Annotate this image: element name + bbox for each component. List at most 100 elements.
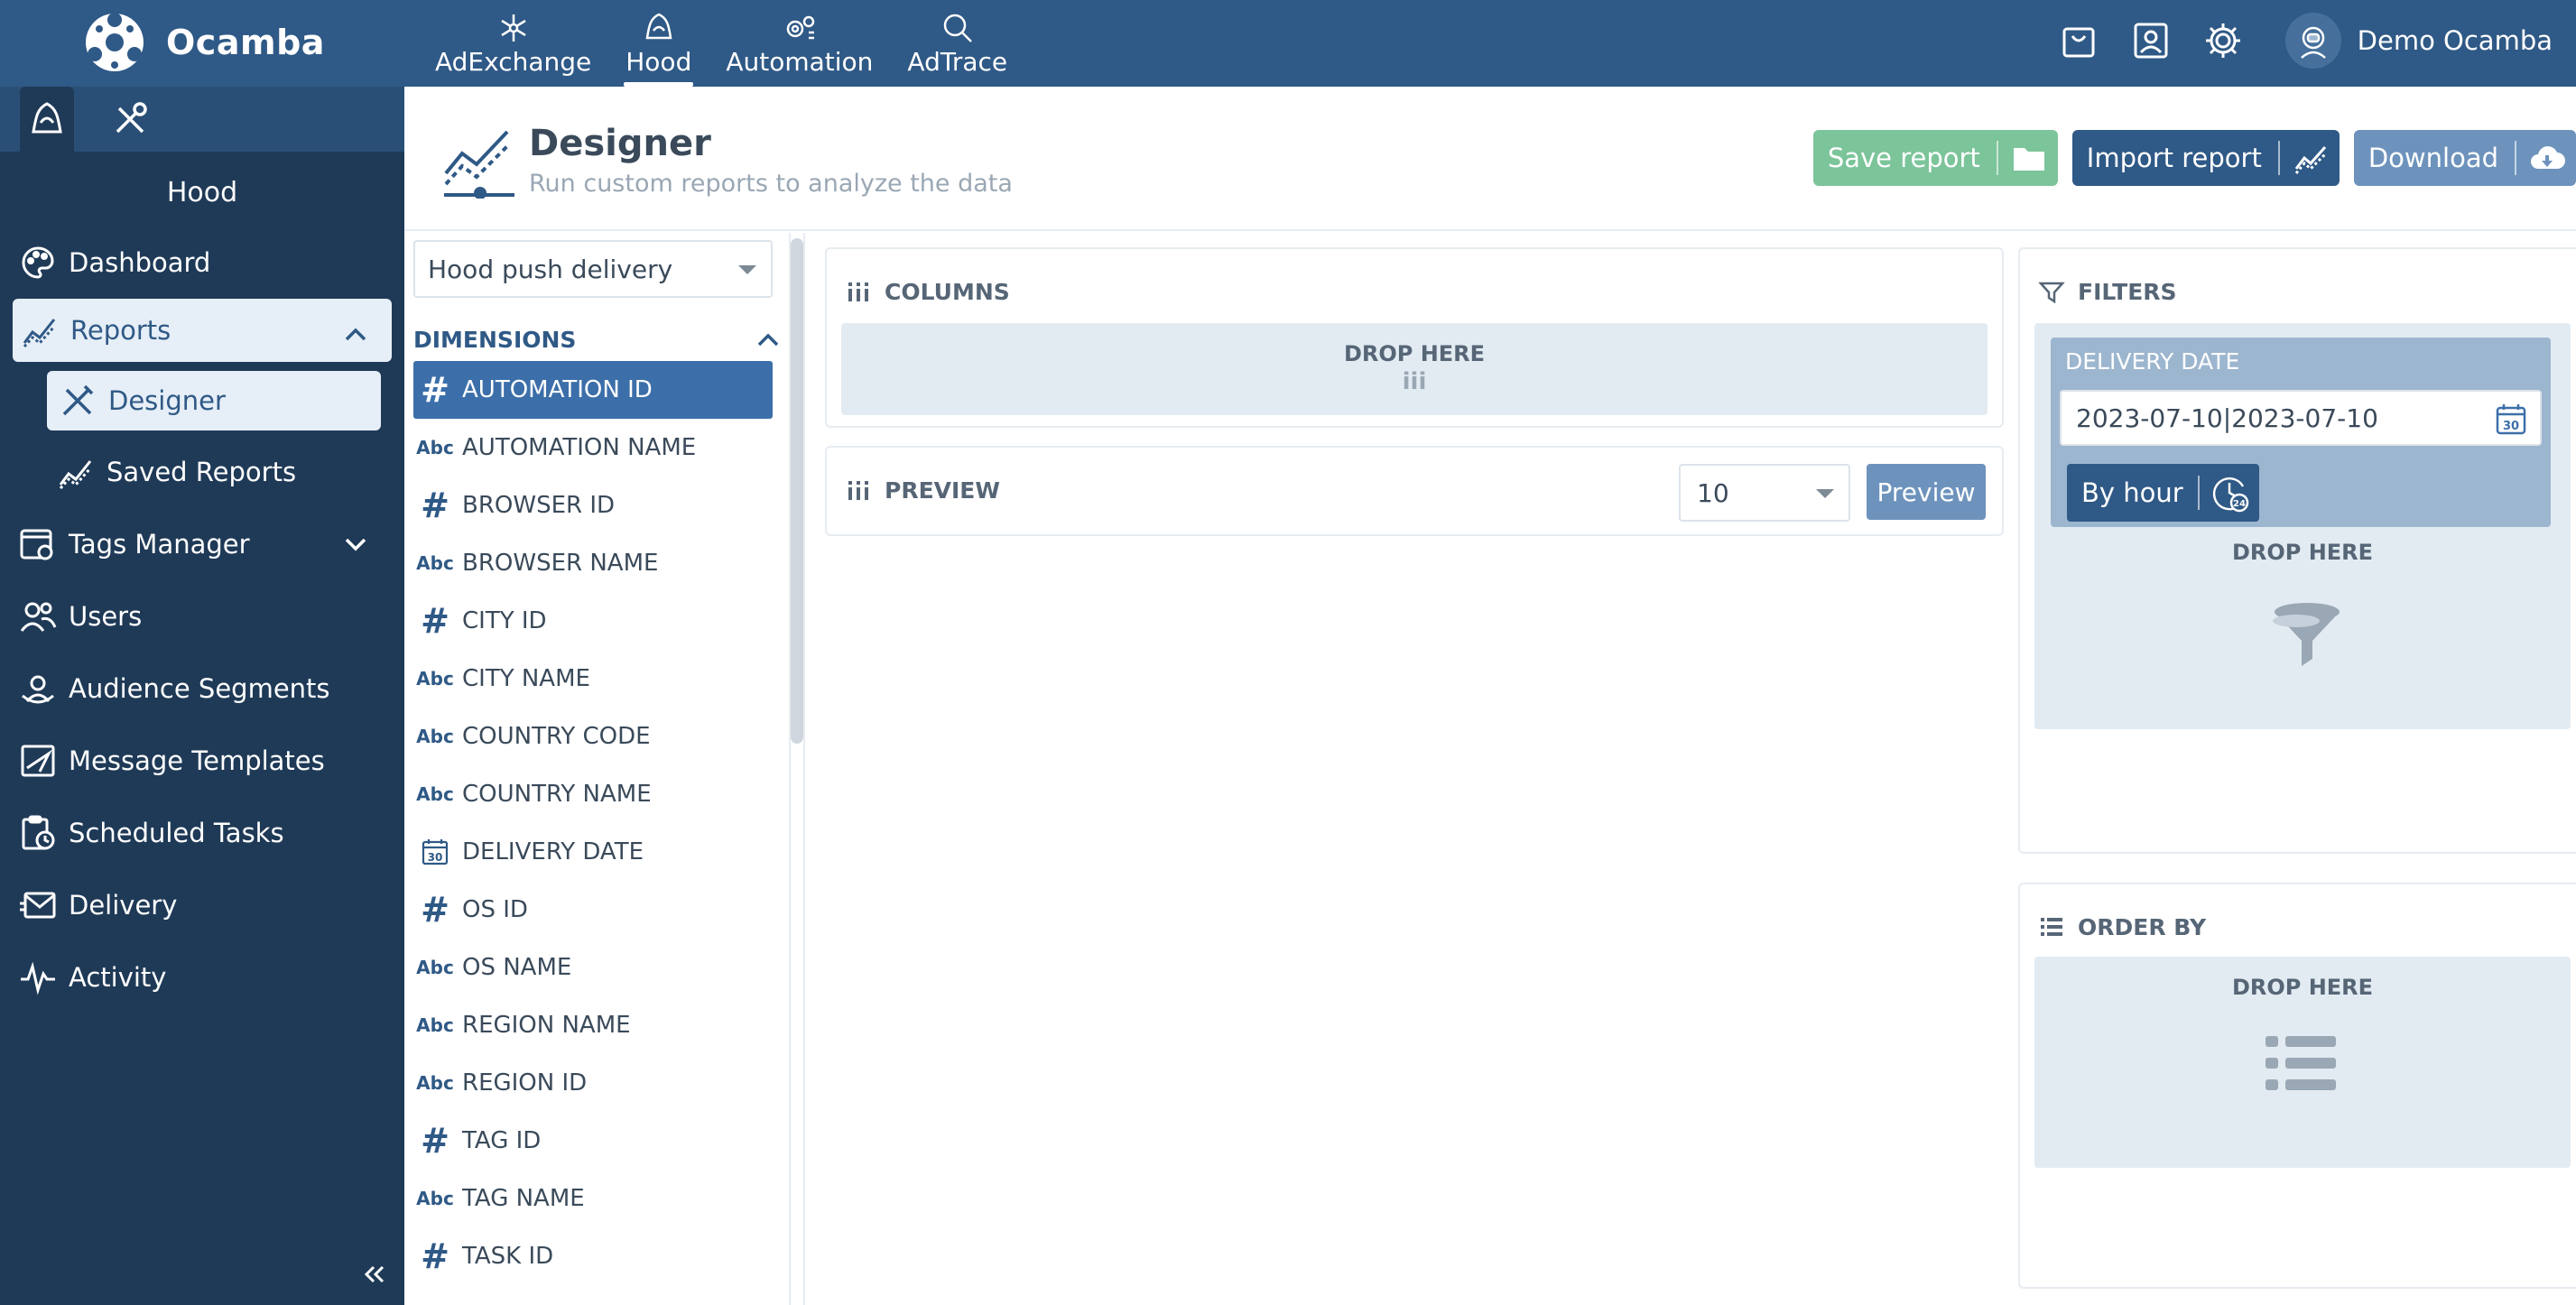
sidebar-item-tags-manager[interactable]: Tags Manager xyxy=(0,508,404,580)
dimension-item[interactable]: # AUTOMATION ID xyxy=(413,361,773,419)
nav-adtrace[interactable]: AdTrace xyxy=(896,7,1018,85)
page-subtitle: Run custom reports to analyze the data xyxy=(529,170,1013,198)
sidebar-item-label: Audience Segments xyxy=(69,673,330,704)
order-by-title: ORDER BY xyxy=(2038,913,2206,940)
button-label: Import report xyxy=(2086,143,2262,173)
dimension-item[interactable]: Abc AUTOMATION NAME xyxy=(413,419,773,477)
import-report-button[interactable]: Import report xyxy=(2071,130,2340,186)
chevron-up-icon xyxy=(757,333,779,347)
dimension-item[interactable]: Abc OS NAME xyxy=(413,939,773,996)
pulse-icon xyxy=(21,961,55,995)
button-label: Save report xyxy=(1827,143,1980,173)
contact-book-icon[interactable] xyxy=(2130,20,2172,61)
columns-glyph-icon: iii xyxy=(1402,368,1427,395)
dimension-item[interactable]: Abc REGION ID xyxy=(413,1054,773,1112)
dimension-item[interactable]: Abc TAG NAME xyxy=(413,1170,773,1227)
date-range-value: 2023-07-10|2023-07-10 xyxy=(2076,403,2378,433)
message-template-icon xyxy=(21,745,55,777)
sidebar-tab-hood[interactable] xyxy=(20,87,74,152)
dimension-label: AUTOMATION NAME xyxy=(462,434,697,461)
sidebar: Hood Dashboard Reports Designer Saved Re… xyxy=(0,87,404,1305)
sidebar-item-scheduled-tasks[interactable]: Scheduled Tasks xyxy=(0,797,404,869)
sidebar-item-activity[interactable]: Activity xyxy=(0,941,404,1013)
user-name: Demo Ocamba xyxy=(2357,25,2553,56)
sidebar-item-dashboard[interactable]: Dashboard xyxy=(0,227,404,299)
dimension-item[interactable]: # OS ID xyxy=(413,881,773,939)
dimensions-list: # AUTOMATION ID Abc AUTOMATION NAME # BROWSER… xyxy=(413,361,773,1285)
preview-card: PREVIEW 10 Preview xyxy=(825,446,2004,536)
svg-text:30: 30 xyxy=(428,851,443,864)
hash-icon: # xyxy=(421,890,449,930)
sidebar-item-audience-segments[interactable]: Audience Segments xyxy=(0,652,404,725)
sidebar-item-delivery[interactable]: Delivery xyxy=(0,869,404,941)
rows-value: 10 xyxy=(1697,477,1729,508)
sidebar-item-label: Reports xyxy=(70,315,171,346)
dimension-item[interactable]: # TAG ID xyxy=(413,1112,773,1170)
text-type-icon: Abc xyxy=(416,552,454,574)
header-actions: Save report Import report Download xyxy=(1812,130,2576,186)
order-by-drop-zone[interactable]: DROP HERE xyxy=(2034,957,2571,1168)
dimension-item[interactable]: Abc COUNTRY NAME xyxy=(413,765,773,823)
dimension-item[interactable]: Abc CITY NAME xyxy=(413,650,773,708)
pencil-ruler-icon xyxy=(62,384,94,416)
preview-rows-select[interactable]: 10 xyxy=(1679,464,1850,522)
dimension-item[interactable]: Abc REGION NAME xyxy=(413,996,773,1054)
dimension-item[interactable]: # BROWSER ID xyxy=(413,477,773,534)
sidebar-subitem-saved-reports[interactable]: Saved Reports xyxy=(0,436,404,508)
by-hour-button[interactable]: By hour 24 xyxy=(2067,464,2259,522)
save-report-button[interactable]: Save report xyxy=(1812,130,2058,186)
columns-title: COLUMNS xyxy=(845,278,1010,305)
nav-adexchange[interactable]: AdExchange xyxy=(424,7,602,85)
chevron-down-icon xyxy=(345,538,366,551)
sidebar-item-reports[interactable]: Reports xyxy=(13,299,392,362)
nav-hood[interactable]: Hood xyxy=(615,7,702,87)
clock-24-icon: 24 xyxy=(2212,477,2248,513)
dimension-item[interactable]: Abc COUNTRY CODE xyxy=(413,708,773,765)
user-menu[interactable]: Demo Ocamba xyxy=(2284,13,2553,69)
dimension-label: TASK ID xyxy=(462,1243,554,1270)
list-icon xyxy=(2041,918,2062,936)
sidebar-item-users[interactable]: Users xyxy=(0,580,404,652)
dimension-item[interactable]: # TASK ID xyxy=(413,1227,773,1285)
tools-icon xyxy=(116,102,147,134)
dimension-item[interactable]: 30 DELIVERY DATE xyxy=(413,823,773,881)
dimension-item[interactable]: Abc BROWSER NAME xyxy=(413,534,773,592)
dimensions-header[interactable]: DIMENSIONS xyxy=(413,321,782,357)
cloud-download-icon xyxy=(2531,146,2565,169)
data-source-select[interactable]: Hood push delivery xyxy=(413,240,773,298)
columns-icon xyxy=(848,481,868,500)
envelope-icon xyxy=(20,892,56,919)
hash-icon: # xyxy=(421,1121,449,1161)
calendar-icon[interactable]: 30 xyxy=(2493,401,2529,437)
calendar-day: 30 xyxy=(2503,420,2519,433)
dimensions-panel: Hood push delivery DIMENSIONS # AUTOMATIO… xyxy=(404,233,791,1305)
sidebar-item-label: Dashboard xyxy=(69,247,211,278)
dimension-label: TAG NAME xyxy=(462,1185,585,1212)
brand[interactable]: Ocamba xyxy=(83,11,325,74)
gear-icon[interactable] xyxy=(2202,20,2244,61)
text-type-icon: Abc xyxy=(416,668,454,690)
shopping-bag-icon[interactable] xyxy=(2058,20,2099,61)
dimension-label: OS NAME xyxy=(462,954,572,981)
caret-down-icon xyxy=(1816,489,1834,498)
sidebar-tab-tools[interactable] xyxy=(103,92,157,146)
search-ad-icon xyxy=(943,14,972,42)
dimensions-scrollbar[interactable] xyxy=(791,238,803,744)
drop-label: DROP HERE xyxy=(2231,975,2374,1000)
order-by-card: ORDER BY DROP HERE xyxy=(2018,883,2576,1289)
columns-drop-zone[interactable]: DROP HERE iii xyxy=(841,323,1988,415)
audience-icon xyxy=(22,675,54,704)
sidebar-item-message-templates[interactable]: Message Templates xyxy=(0,725,404,797)
sidebar-subitem-designer[interactable]: Designer xyxy=(47,371,381,430)
dimension-item[interactable]: # CITY ID xyxy=(413,592,773,650)
funnel-icon xyxy=(2038,282,2065,304)
top-bar: Ocamba AdExchange Hood Automation AdTrac… xyxy=(0,0,2576,87)
collapse-sidebar-icon[interactable] xyxy=(359,1260,388,1289)
date-range-input[interactable]: 2023-07-10|2023-07-10 30 xyxy=(2060,390,2542,446)
button-divider xyxy=(2277,141,2280,175)
button-divider xyxy=(2197,476,2200,510)
preview-button[interactable]: Preview xyxy=(1867,464,1986,520)
download-button[interactable]: Download xyxy=(2353,130,2576,186)
nav-automation[interactable]: Automation xyxy=(715,7,884,85)
dimension-label: BROWSER NAME xyxy=(462,550,659,577)
